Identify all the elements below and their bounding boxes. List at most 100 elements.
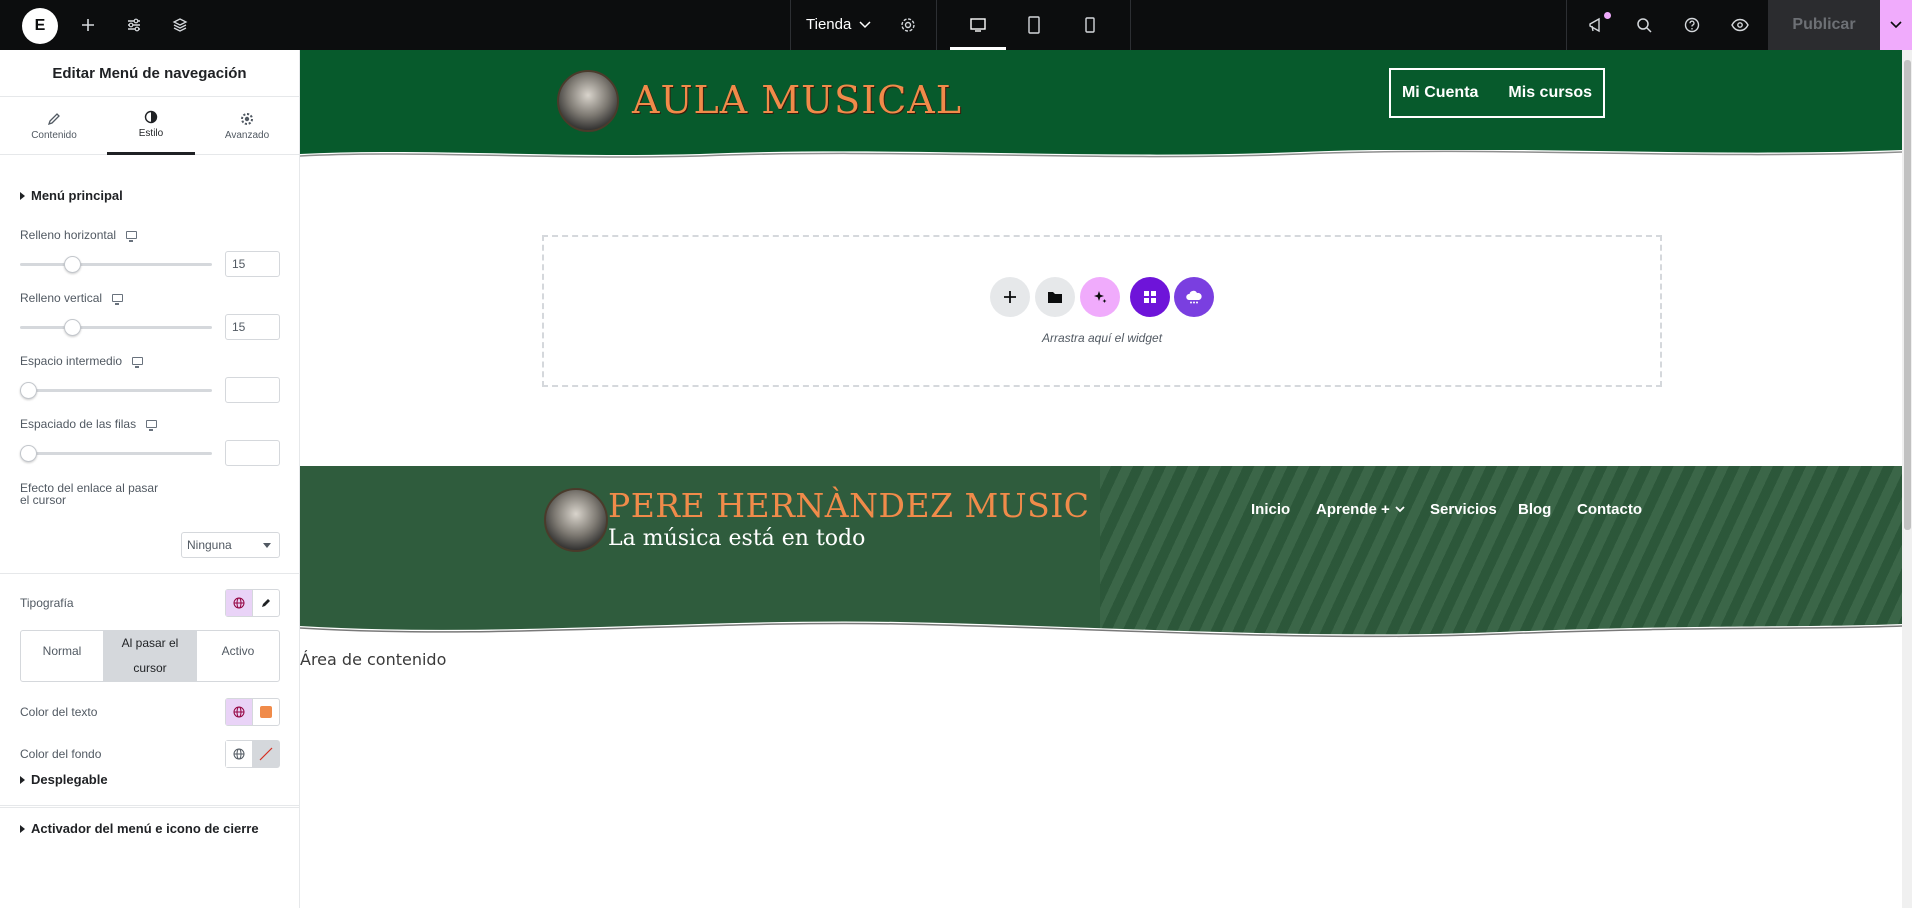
separator bbox=[936, 0, 937, 50]
caret-right-icon bbox=[20, 775, 25, 784]
divider bbox=[0, 573, 300, 574]
section-main-menu[interactable]: Menú principal bbox=[20, 188, 123, 203]
cloud-templates-button[interactable] bbox=[1174, 277, 1214, 317]
help-icon[interactable] bbox=[1680, 13, 1704, 37]
text-color-label: Color del texto bbox=[20, 705, 98, 719]
section-dropdown[interactable]: Desplegable bbox=[20, 772, 108, 787]
tablet-icon[interactable] bbox=[1022, 13, 1046, 37]
section-label: Activador del menú e icono de cierre bbox=[31, 821, 259, 836]
global-color-globe-icon[interactable] bbox=[226, 699, 253, 725]
state-tab-hover[interactable]: Al pasar el cursor bbox=[103, 631, 197, 681]
section-label: Desplegable bbox=[31, 772, 108, 787]
footer-nav-blog[interactable]: Blog bbox=[1518, 501, 1551, 518]
publish-options-button[interactable] bbox=[1880, 0, 1912, 50]
publish-button[interactable]: Publicar bbox=[1768, 0, 1880, 50]
notification-dot bbox=[1604, 12, 1611, 19]
text-color-control bbox=[225, 698, 280, 726]
spacing-input[interactable] bbox=[225, 377, 280, 403]
responsive-desktop-icon[interactable] bbox=[126, 231, 138, 242]
separator bbox=[790, 0, 791, 50]
mobile-icon[interactable] bbox=[1078, 13, 1102, 37]
nav-link-label: Contacto bbox=[1577, 501, 1642, 518]
search-icon[interactable] bbox=[1632, 13, 1656, 37]
padding-horizontal-slider-handle[interactable] bbox=[63, 256, 81, 273]
nav-link-my-account[interactable]: Mi Cuenta bbox=[1402, 84, 1478, 102]
chevron-down-icon bbox=[1890, 21, 1902, 29]
row-spacing-slider-handle[interactable] bbox=[20, 445, 37, 462]
desktop-icon[interactable] bbox=[966, 13, 990, 37]
padding-vertical-slider-track[interactable] bbox=[20, 326, 212, 329]
add-element-button[interactable] bbox=[990, 277, 1030, 317]
footer-nav-aprende[interactable]: Aprende + bbox=[1316, 501, 1405, 518]
typography-label: Tipografía bbox=[20, 596, 74, 610]
row-spacing-label: Espaciado de las filas bbox=[20, 417, 158, 431]
page-selector[interactable]: Tienda bbox=[806, 16, 871, 33]
site-logo-avatar[interactable] bbox=[557, 70, 619, 132]
pencil-icon bbox=[47, 112, 60, 125]
plus-icon[interactable] bbox=[76, 13, 100, 37]
tab-content[interactable]: Contenido bbox=[10, 97, 98, 155]
padding-vertical-input[interactable]: 15 bbox=[225, 314, 280, 340]
bg-color-label: Color del fondo bbox=[20, 747, 102, 761]
tab-style[interactable]: Estilo bbox=[107, 97, 195, 155]
control-label: Relleno vertical bbox=[20, 291, 103, 305]
grid-icon bbox=[1144, 291, 1156, 303]
footer-brand-title[interactable]: PERE HERNÀNDEZ MUSIC bbox=[608, 486, 1089, 525]
ai-generate-button[interactable] bbox=[1080, 277, 1120, 317]
editor-panel: Editar Menú de navegación Contenido Esti… bbox=[0, 50, 300, 908]
responsive-desktop-icon[interactable] bbox=[112, 294, 124, 305]
footer-logo-avatar[interactable] bbox=[544, 488, 608, 552]
nav-link-my-courses[interactable]: Mis cursos bbox=[1508, 84, 1592, 102]
spacing-label: Espacio intermedio bbox=[20, 354, 144, 368]
state-tab-active[interactable]: Activo bbox=[197, 631, 279, 681]
add-template-button[interactable] bbox=[1035, 277, 1075, 317]
responsive-desktop-icon[interactable] bbox=[132, 357, 144, 368]
no-color-icon bbox=[259, 747, 273, 761]
padding-horizontal-input[interactable]: 15 bbox=[225, 251, 280, 277]
control-label: Espacio intermedio bbox=[20, 354, 123, 368]
empty-color-swatch[interactable] bbox=[253, 741, 279, 767]
hover-effect-label: Efecto del enlace al pasar el cursor bbox=[20, 481, 159, 507]
nav-link-label: Aprende + bbox=[1316, 501, 1390, 518]
layers-icon[interactable] bbox=[168, 13, 192, 37]
canvas-scrollbar-thumb[interactable] bbox=[1904, 60, 1911, 530]
global-typography-globe-icon[interactable] bbox=[226, 590, 253, 616]
control-label: Espaciado de las filas bbox=[20, 417, 137, 431]
site-brand-title[interactable]: AULA MUSICAL bbox=[632, 78, 962, 122]
hover-effect-select[interactable]: Ninguna bbox=[181, 532, 280, 558]
sliders-icon[interactable] bbox=[122, 13, 146, 37]
page-selector-label: Tienda bbox=[806, 16, 852, 33]
drop-zone-hint: Arrastra aquí el widget bbox=[1041, 331, 1163, 345]
half-circle-icon bbox=[144, 110, 158, 124]
edit-typography-pencil-icon[interactable] bbox=[253, 590, 279, 616]
caret-right-icon bbox=[20, 191, 25, 200]
spacing-slider-track[interactable] bbox=[20, 389, 212, 392]
text-color-swatch[interactable] bbox=[253, 699, 279, 725]
control-label: Relleno horizontal bbox=[20, 228, 117, 242]
sparkles-icon bbox=[1094, 291, 1107, 303]
header-wave-divider bbox=[300, 136, 1902, 158]
tab-advanced[interactable]: Avanzado bbox=[203, 97, 291, 155]
footer-nav-servicios[interactable]: Servicios bbox=[1430, 501, 1497, 518]
plus-icon bbox=[1004, 291, 1016, 303]
color-swatch bbox=[260, 706, 272, 718]
row-spacing-input[interactable] bbox=[225, 440, 280, 466]
global-color-globe-icon[interactable] bbox=[226, 741, 253, 767]
chevron-down-icon bbox=[859, 20, 871, 28]
padding-horizontal-slider-track[interactable] bbox=[20, 263, 212, 266]
nav-link-label: Servicios bbox=[1430, 501, 1497, 518]
state-tab-normal[interactable]: Normal bbox=[21, 631, 103, 681]
row-spacing-slider-track[interactable] bbox=[20, 452, 212, 455]
gear-icon bbox=[241, 112, 253, 125]
spacing-slider-handle[interactable] bbox=[20, 382, 37, 399]
footer-nav-inicio[interactable]: Inicio bbox=[1251, 501, 1290, 518]
add-widget-kit-button[interactable] bbox=[1130, 277, 1170, 317]
footer-nav-contacto[interactable]: Contacto bbox=[1577, 501, 1642, 518]
elementor-logo-icon[interactable]: E bbox=[22, 8, 58, 44]
padding-vertical-slider-handle[interactable] bbox=[63, 319, 81, 336]
editor-topbar: E Tienda Publicar bbox=[0, 0, 1912, 50]
section-menu-toggle[interactable]: Activador del menú e icono de cierre bbox=[20, 821, 259, 836]
responsive-desktop-icon[interactable] bbox=[146, 420, 158, 431]
page-settings-gear-icon[interactable] bbox=[896, 13, 920, 37]
eye-icon[interactable] bbox=[1728, 13, 1752, 37]
